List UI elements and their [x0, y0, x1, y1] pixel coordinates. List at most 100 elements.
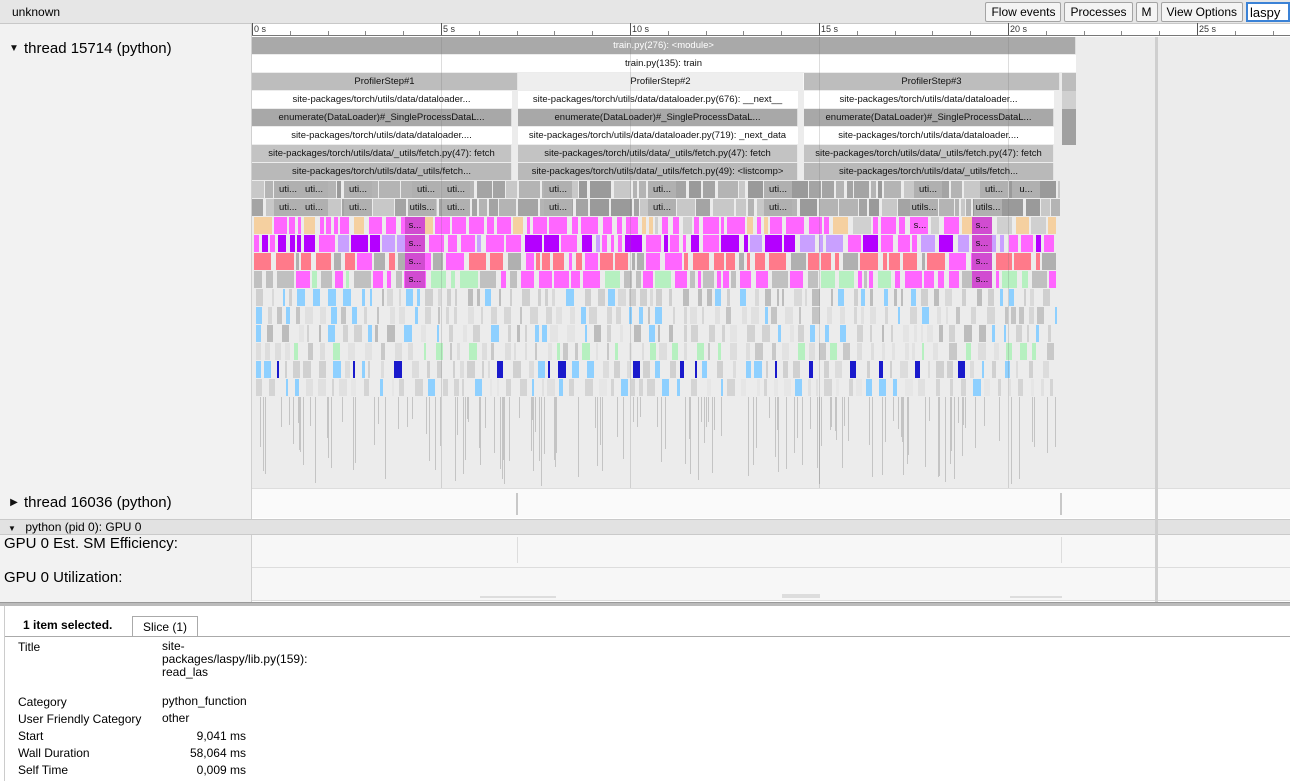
trace-slice[interactable]: [1041, 199, 1050, 216]
tab-slice[interactable]: Slice (1): [132, 616, 199, 637]
trace-slice[interactable]: [1062, 73, 1076, 91]
trace-slice[interactable]: [500, 397, 501, 469]
trace-slice[interactable]: [1016, 217, 1029, 234]
trace-slice[interactable]: [520, 379, 527, 396]
trace-slice[interactable]: [956, 307, 960, 324]
trace-slice[interactable]: [791, 253, 806, 270]
s-slice[interactable]: s...: [405, 235, 425, 252]
trace-slice[interactable]: [683, 235, 686, 252]
trace-slice[interactable]: [809, 217, 822, 234]
trace-slice[interactable]: [715, 307, 720, 324]
trace-slice[interactable]: [861, 289, 865, 306]
trace-slice[interactable]: [677, 199, 695, 216]
trace-slice[interactable]: [795, 379, 802, 396]
trace-slice[interactable]: [714, 397, 715, 430]
trace-slice[interactable]: [1011, 397, 1012, 484]
trace-slice[interactable]: [316, 253, 331, 270]
trace-slice[interactable]: [296, 271, 310, 288]
enumerate-slice[interactable]: enumerate(DataLoader)#_SingleProcessData…: [252, 109, 512, 126]
trace-slice[interactable]: [480, 271, 496, 288]
trace-slice[interactable]: [373, 271, 383, 288]
trace-slice[interactable]: [351, 235, 368, 252]
trace-slice[interactable]: [387, 289, 393, 306]
trace-slice[interactable]: [718, 181, 738, 198]
trace-slice[interactable]: [869, 199, 879, 216]
trace-slice[interactable]: [585, 379, 593, 396]
trace-slice[interactable]: [1009, 379, 1011, 396]
uti-slice[interactable]: uti...: [914, 181, 942, 198]
trace-slice[interactable]: [1031, 379, 1034, 396]
trace-slice[interactable]: [621, 379, 628, 396]
trace-slice[interactable]: [533, 397, 534, 471]
trace-slice[interactable]: [556, 397, 557, 453]
trace-slice[interactable]: [1029, 307, 1034, 324]
trace-slice[interactable]: [334, 253, 341, 270]
trace-slice[interactable]: [283, 289, 285, 306]
trace-slice[interactable]: [480, 397, 481, 465]
trace-slice[interactable]: [962, 289, 966, 306]
trace-slice[interactable]: [590, 181, 611, 198]
trace-slice[interactable]: [774, 379, 778, 396]
trace-slice[interactable]: [772, 343, 776, 360]
trace-slice[interactable]: [390, 307, 395, 324]
trace-slice[interactable]: [655, 217, 658, 234]
trace-slice[interactable]: [870, 325, 872, 342]
trace-slice[interactable]: [885, 307, 888, 324]
trace-slice[interactable]: [757, 217, 761, 234]
trace-slice[interactable]: [536, 253, 540, 270]
trace-slice[interactable]: [881, 217, 896, 234]
trace-slice[interactable]: [844, 397, 845, 426]
uti-slice[interactable]: uti...: [544, 181, 572, 198]
trace-slice[interactable]: [504, 307, 511, 324]
trace-slice[interactable]: [611, 199, 632, 216]
listcomp-slice[interactable]: site-packages/torch/utils/data/_utils/fe…: [252, 163, 512, 180]
trace-slice[interactable]: [546, 307, 552, 324]
trace-slice[interactable]: [642, 217, 646, 234]
trace-slice[interactable]: [313, 289, 320, 306]
trace-slice[interactable]: [925, 397, 926, 467]
trace-slice[interactable]: [746, 361, 751, 378]
trace-slice[interactable]: [836, 397, 837, 440]
trace-slice[interactable]: [494, 397, 495, 453]
trace-slice[interactable]: [873, 217, 878, 234]
trace-slice[interactable]: [800, 199, 817, 216]
trace-slice[interactable]: [802, 397, 803, 465]
trace-slice[interactable]: [583, 271, 600, 288]
trace-slice[interactable]: [373, 199, 394, 216]
trace-slice[interactable]: [726, 307, 731, 324]
next-slice[interactable]: site-packages/torch/utils/data/dataloade…: [804, 91, 1054, 108]
trace-slice[interactable]: [504, 397, 505, 484]
trace-slice[interactable]: [1018, 379, 1023, 396]
trace-slice[interactable]: [898, 307, 900, 324]
trace-slice[interactable]: [404, 325, 412, 342]
profiler-step-slice[interactable]: ProfilerStep#1: [252, 73, 518, 90]
trace-slice[interactable]: [321, 271, 332, 288]
trace-slice[interactable]: [539, 271, 552, 288]
trace-slice[interactable]: [890, 361, 892, 378]
trace-slice[interactable]: [598, 289, 605, 306]
trace-slice[interactable]: [1041, 379, 1044, 396]
trace-slice[interactable]: [648, 307, 650, 324]
next-slice[interactable]: site-packages/torch/utils/data/dataloade…: [252, 91, 512, 108]
trace-slice[interactable]: [282, 325, 289, 342]
trace-slice[interactable]: [526, 253, 534, 270]
trace-slice[interactable]: [769, 397, 770, 418]
trace-slice[interactable]: [607, 325, 611, 342]
trace-slice[interactable]: [343, 325, 348, 342]
trace-slice[interactable]: [646, 253, 660, 270]
trace-slice[interactable]: [559, 379, 563, 396]
trace-slice[interactable]: [490, 253, 503, 270]
trace-slice[interactable]: [1024, 289, 1026, 306]
trace-slice[interactable]: [933, 343, 938, 360]
trace-slice[interactable]: [656, 289, 662, 306]
trace-slice[interactable]: [561, 235, 577, 252]
trace-slice[interactable]: [748, 199, 754, 216]
trace-slice[interactable]: [639, 307, 643, 324]
trace-slice[interactable]: [642, 343, 644, 360]
trace-slice[interactable]: [707, 289, 712, 306]
trace-slice[interactable]: [290, 235, 295, 252]
trace-slice[interactable]: [914, 325, 917, 342]
trace-slice[interactable]: [289, 217, 295, 234]
trace-slice[interactable]: [289, 289, 292, 306]
trace-slice[interactable]: [1036, 253, 1040, 270]
